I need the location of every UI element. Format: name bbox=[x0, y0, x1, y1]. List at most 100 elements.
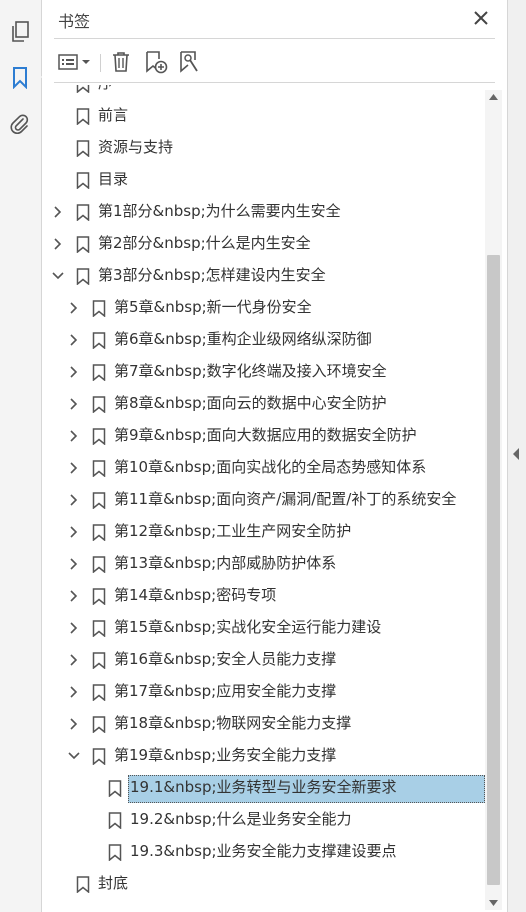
bookmarks-toolbar bbox=[54, 44, 495, 80]
page-thumbnails-button[interactable] bbox=[0, 12, 40, 52]
bookmark-label: 19.1&nbsp;业务转型与业务安全新要求 bbox=[130, 778, 397, 796]
bookmark-label: 封底 bbox=[98, 874, 129, 892]
chevron-right-icon[interactable] bbox=[66, 396, 82, 412]
close-icon bbox=[474, 11, 488, 25]
bookmark-item[interactable]: 第13章&nbsp;内部威胁防护体系 bbox=[42, 548, 485, 580]
bookmark-item[interactable]: 第18章&nbsp;物联网安全能力支撑 bbox=[42, 708, 485, 740]
bookmark-label: 序 bbox=[98, 85, 113, 93]
scroll-down-icon bbox=[489, 900, 498, 906]
scroll-up-icon bbox=[489, 94, 498, 100]
chevron-right-icon[interactable] bbox=[66, 460, 82, 476]
bookmark-label: 第17章&nbsp;应用安全能力支撑 bbox=[114, 682, 337, 700]
bookmark-item[interactable]: 资源与支持 bbox=[42, 132, 485, 164]
chevron-right-icon[interactable] bbox=[66, 492, 82, 508]
attachments-button[interactable] bbox=[0, 104, 40, 144]
bookmark-label: 第3部分&nbsp;怎样建设内生安全 bbox=[98, 266, 326, 284]
bookmark-label: 第11章&nbsp;面向资产/漏洞/配置/补丁的系统安全 bbox=[114, 490, 457, 508]
bookmark-item[interactable]: 第1部分&nbsp;为什么需要内生安全 bbox=[42, 196, 485, 228]
chevron-right-icon[interactable] bbox=[66, 652, 82, 668]
bookmarks-button[interactable] bbox=[0, 58, 48, 98]
bookmark-icon bbox=[76, 876, 90, 894]
chevron-right-icon[interactable] bbox=[66, 684, 82, 700]
chevron-down-icon[interactable] bbox=[50, 268, 66, 284]
bookmark-icon bbox=[92, 396, 106, 414]
scrollbar-thumb[interactable] bbox=[487, 255, 500, 885]
bookmark-item[interactable]: 第7章&nbsp;数字化终端及接入环境安全 bbox=[42, 356, 485, 388]
bookmark-item[interactable]: 第5章&nbsp;新一代身份安全 bbox=[42, 292, 485, 324]
bookmark-icon bbox=[108, 812, 122, 830]
bookmark-item[interactable]: 第16章&nbsp;安全人员能力支撑 bbox=[42, 644, 485, 676]
bookmark-label: 第19章&nbsp;业务安全能力支撑 bbox=[114, 746, 337, 764]
chevron-right-icon[interactable] bbox=[66, 588, 82, 604]
delete-bookmark-button[interactable] bbox=[108, 48, 134, 76]
add-bookmark-icon bbox=[146, 51, 168, 74]
close-panel-button[interactable] bbox=[471, 8, 491, 28]
bookmark-item[interactable]: 封底 bbox=[42, 868, 485, 900]
bookmark-icon bbox=[76, 172, 90, 190]
trash-icon bbox=[113, 52, 129, 72]
chevron-right-icon[interactable] bbox=[66, 524, 82, 540]
bookmark-label: 19.3&nbsp;业务安全能力支撑建设要点 bbox=[130, 842, 397, 860]
bookmark-item[interactable]: 第17章&nbsp;应用安全能力支撑 bbox=[42, 676, 485, 708]
bookmark-item[interactable]: 19.3&nbsp;业务安全能力支撑建设要点 bbox=[42, 836, 485, 868]
bookmark-icon bbox=[92, 748, 106, 766]
bookmark-icon bbox=[76, 236, 90, 254]
bookmark-item[interactable]: 前言 bbox=[42, 100, 485, 132]
toolbar-separator bbox=[100, 54, 101, 72]
bookmark-label: 第15章&nbsp;实战化安全运行能力建设 bbox=[114, 618, 382, 636]
bookmark-icon bbox=[92, 588, 106, 606]
bookmark-item[interactable]: 第12章&nbsp;工业生产网安全防护 bbox=[42, 516, 485, 548]
chevron-right-icon[interactable] bbox=[50, 236, 66, 252]
chevron-right-icon[interactable] bbox=[66, 716, 82, 732]
bookmark-item[interactable]: 第11章&nbsp;面向资产/漏洞/配置/补丁的系统安全 bbox=[42, 484, 485, 516]
bookmark-label: 第6章&nbsp;重构企业级网络纵深防御 bbox=[114, 330, 372, 348]
scroll-down-button[interactable] bbox=[485, 896, 502, 910]
bookmark-label: 第2部分&nbsp;什么是内生安全 bbox=[98, 234, 311, 252]
bookmark-item[interactable]: 目录 bbox=[42, 164, 485, 196]
bookmark-item[interactable]: 19.1&nbsp;业务转型与业务安全新要求 bbox=[42, 772, 485, 804]
bookmark-label: 第5章&nbsp;新一代身份安全 bbox=[114, 298, 312, 316]
bookmark-icon bbox=[92, 332, 106, 350]
bookmark-label: 第1部分&nbsp;为什么需要内生安全 bbox=[98, 202, 341, 220]
bookmark-item[interactable]: 19.2&nbsp;什么是业务安全能力 bbox=[42, 804, 485, 836]
chevron-right-icon[interactable] bbox=[66, 332, 82, 348]
bookmark-label: 第7章&nbsp;数字化终端及接入环境安全 bbox=[114, 362, 387, 380]
navigation-rail bbox=[0, 0, 48, 912]
bookmark-item[interactable]: 第3部分&nbsp;怎样建设内生安全 bbox=[42, 260, 485, 292]
bookmark-item[interactable]: 第9章&nbsp;面向大数据应用的数据安全防护 bbox=[42, 420, 485, 452]
bookmark-search-icon bbox=[180, 51, 198, 73]
bookmark-icon bbox=[92, 620, 106, 638]
bookmark-item[interactable]: 第14章&nbsp;密码专项 bbox=[42, 580, 485, 612]
page-thumbnails-icon bbox=[12, 21, 29, 42]
bookmark-icon bbox=[92, 460, 106, 478]
new-bookmark-button[interactable] bbox=[142, 48, 170, 76]
chevron-right-icon[interactable] bbox=[50, 204, 66, 220]
bookmark-item[interactable]: 第6章&nbsp;重构企业级网络纵深防御 bbox=[42, 324, 485, 356]
scroll-up-button[interactable] bbox=[485, 90, 502, 104]
bookmark-icon bbox=[92, 364, 106, 382]
right-pane-strip bbox=[507, 0, 526, 912]
chevron-right-icon[interactable] bbox=[66, 364, 82, 380]
bookmark-item[interactable]: 序 bbox=[42, 85, 485, 100]
bookmark-label: 第14章&nbsp;密码专项 bbox=[114, 586, 277, 604]
expand-right-pane-icon[interactable] bbox=[513, 448, 519, 460]
options-menu-button[interactable] bbox=[56, 48, 92, 76]
chevron-right-icon[interactable] bbox=[66, 428, 82, 444]
bookmark-item[interactable]: 第19章&nbsp;业务安全能力支撑 bbox=[42, 740, 485, 772]
toolbar-divider bbox=[54, 82, 495, 83]
vertical-scrollbar[interactable] bbox=[485, 90, 502, 910]
bookmark-item[interactable]: 第15章&nbsp;实战化安全运行能力建设 bbox=[42, 612, 485, 644]
bookmark-label: 第16章&nbsp;安全人员能力支撑 bbox=[114, 650, 337, 668]
find-bookmark-button[interactable] bbox=[176, 48, 204, 76]
bookmark-item[interactable]: 第2部分&nbsp;什么是内生安全 bbox=[42, 228, 485, 260]
chevron-down-icon[interactable] bbox=[66, 748, 82, 764]
bookmark-label: 目录 bbox=[98, 170, 129, 188]
bookmark-item[interactable]: 第10章&nbsp;面向实战化的全局态势感知体系 bbox=[42, 452, 485, 484]
chevron-down-icon bbox=[82, 60, 90, 64]
chevron-right-icon[interactable] bbox=[66, 620, 82, 636]
bookmark-icon bbox=[92, 524, 106, 542]
bookmark-item[interactable]: 第8章&nbsp;面向云的数据中心安全防护 bbox=[42, 388, 485, 420]
bookmark-label: 资源与支持 bbox=[98, 138, 174, 156]
chevron-right-icon[interactable] bbox=[66, 300, 82, 316]
chevron-right-icon[interactable] bbox=[66, 556, 82, 572]
